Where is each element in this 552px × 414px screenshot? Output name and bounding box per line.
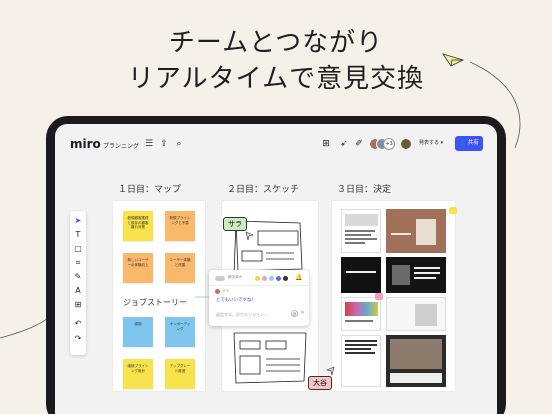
headline-line-1: チームとつながり — [168, 28, 384, 58]
cursor-pointer-icon — [326, 366, 335, 376]
send-icon[interactable]: ➤ — [300, 309, 305, 316]
thumbnail-text — [414, 267, 440, 269]
resolve-toggle[interactable] — [215, 276, 225, 281]
resolve-toggle-label: 解決済み — [228, 275, 242, 279]
thumbnail-text — [345, 344, 377, 346]
thumbnail-text — [345, 348, 371, 350]
thumbnail-text — [414, 277, 436, 279]
user-avatar[interactable] — [400, 138, 412, 150]
sticky-note[interactable] — [375, 293, 383, 300]
comment-message: とてもいいですね！ — [216, 298, 256, 303]
left-toolbar: ➤ T ▢ ⌗ ✎ A ⊞ ↶ ↷ — [70, 211, 86, 355]
thumbnail-text — [414, 272, 440, 274]
app-screen: miro プランニング ☰ ⇪ ⌕ ⊞ ➶ ✐ +3 発表する ▾ 👤 共有 ➤… — [55, 124, 497, 414]
reply-input[interactable]: 返信する、＠でメンション... — [216, 312, 268, 318]
thumbnail-text — [345, 242, 365, 244]
sticky-note[interactable]: 新規顧客獲得と既存の顧客離れ対策 — [123, 211, 153, 241]
column-title-day3: ３日目：決定 — [337, 185, 392, 195]
thumbnail-text — [391, 233, 411, 235]
headline-line-2: リアルタイムで意見交換 — [127, 64, 425, 94]
thumbnail-text — [345, 320, 373, 322]
undo-icon[interactable]: ↶ — [70, 317, 86, 330]
column-title-day2: ２日目：スケッチ — [227, 185, 300, 195]
share-button[interactable]: 👤 共有 — [455, 136, 483, 151]
sticky-note[interactable]: 新しいユーザーの体験向上 — [123, 253, 153, 283]
frame-icon[interactable]: ⌗ — [70, 256, 86, 269]
menu-icon[interactable]: ☰ — [143, 138, 155, 150]
color-swatch[interactable] — [283, 276, 288, 281]
export-icon[interactable]: ⇪ — [158, 138, 170, 150]
thumbnail-image — [345, 214, 378, 226]
frame-decision[interactable] — [332, 201, 457, 391]
thumbnail-text — [345, 230, 375, 232]
thumbnail-image — [390, 339, 442, 369]
design-thumbnail[interactable] — [386, 297, 446, 331]
sticky-note[interactable] — [449, 207, 457, 214]
sticky-note[interactable]: 新規プライシングと予算 — [165, 211, 195, 241]
cursor-label-sara: サラ — [223, 217, 247, 231]
mention-icon[interactable]: @ — [291, 310, 298, 317]
thumbnail-image — [415, 304, 437, 326]
column-title-day1: １日目：マップ — [118, 185, 182, 195]
sticky-note[interactable]: 継続プライシング設計 — [123, 359, 153, 389]
thumbnail-text — [345, 352, 375, 354]
add-icon[interactable]: ⊞ — [70, 298, 86, 311]
design-thumbnail[interactable] — [386, 335, 446, 387]
pen-icon[interactable]: ✎ — [70, 270, 86, 283]
divider — [209, 285, 309, 286]
top-bar: miro プランニング ☰ ⇪ ⌕ ⊞ ➶ ✐ +3 発表する ▾ 👤 共有 — [55, 124, 497, 164]
present-button[interactable]: 発表する ▾ — [419, 139, 443, 146]
color-swatch[interactable] — [262, 276, 267, 281]
color-swatch[interactable] — [269, 276, 274, 281]
sticky-note[interactable]: オンボーディング — [165, 317, 195, 347]
design-thumbnail[interactable] — [341, 257, 381, 293]
present-label: 発表する — [419, 140, 440, 146]
board-name[interactable]: プランニング — [103, 141, 139, 150]
cursor-icon[interactable]: ➶ — [337, 136, 351, 152]
collaborator-count[interactable]: +3 — [383, 138, 395, 150]
sticky-note[interactable]: 認知 — [123, 317, 153, 347]
sticky-note[interactable]: アップグレード推進 — [165, 359, 195, 389]
thumbnail-text — [345, 340, 377, 342]
comment-popup[interactable]: 解決済み 🔔 サラ とてもいいですね！ 返信する、＠でメンション... @ ➤ — [209, 270, 309, 326]
redo-icon[interactable]: ↷ — [70, 332, 86, 345]
miro-logo: miro — [70, 137, 101, 151]
color-swatch[interactable] — [276, 276, 281, 281]
thumbnail-image — [416, 219, 436, 245]
design-thumbnail[interactable] — [341, 297, 381, 331]
thumbnail-text — [345, 238, 377, 240]
design-thumbnail[interactable] — [386, 209, 446, 253]
sticky-note-icon[interactable]: ▢ — [70, 242, 86, 255]
design-thumbnail[interactable] — [341, 209, 381, 253]
comment-author-avatar — [215, 289, 220, 294]
search-icon[interactable]: ⌕ — [173, 138, 185, 150]
sticky-note[interactable]: ユーザー体験と改善 — [165, 253, 195, 283]
bell-icon[interactable]: 🔔 — [295, 274, 302, 281]
right-tools: ⊞ ➶ ✐ +3 発表する ▾ 👤 共有 — [319, 136, 483, 152]
select-icon[interactable]: ➤ — [70, 214, 86, 227]
cursor-label-ootani: 大谷 — [308, 376, 332, 390]
thumbnail-text — [390, 373, 442, 383]
frame-map[interactable]: 新規顧客獲得と既存の顧客離れ対策 新規プライシングと予算 新しいユーザーの体験向… — [113, 201, 205, 391]
thumbnail-image — [392, 265, 410, 285]
confetti-icon[interactable]: ✐ — [352, 136, 366, 152]
comment-author: サラ — [222, 289, 229, 293]
journey-label: ジョブストーリー — [123, 298, 187, 307]
shape-icon[interactable]: A — [70, 284, 86, 297]
cursor-pointer-icon — [245, 231, 254, 241]
thumbnail-text — [346, 271, 376, 273]
thumbnail-image — [345, 302, 378, 316]
design-thumbnail[interactable] — [386, 257, 446, 293]
color-swatch[interactable] — [255, 276, 260, 281]
design-thumbnail[interactable] — [341, 335, 381, 387]
apps-icon[interactable]: ⊞ — [319, 136, 333, 152]
text-icon[interactable]: T — [70, 228, 86, 241]
share-label: 共有 — [467, 140, 479, 146]
thumbnail-text — [345, 234, 371, 236]
